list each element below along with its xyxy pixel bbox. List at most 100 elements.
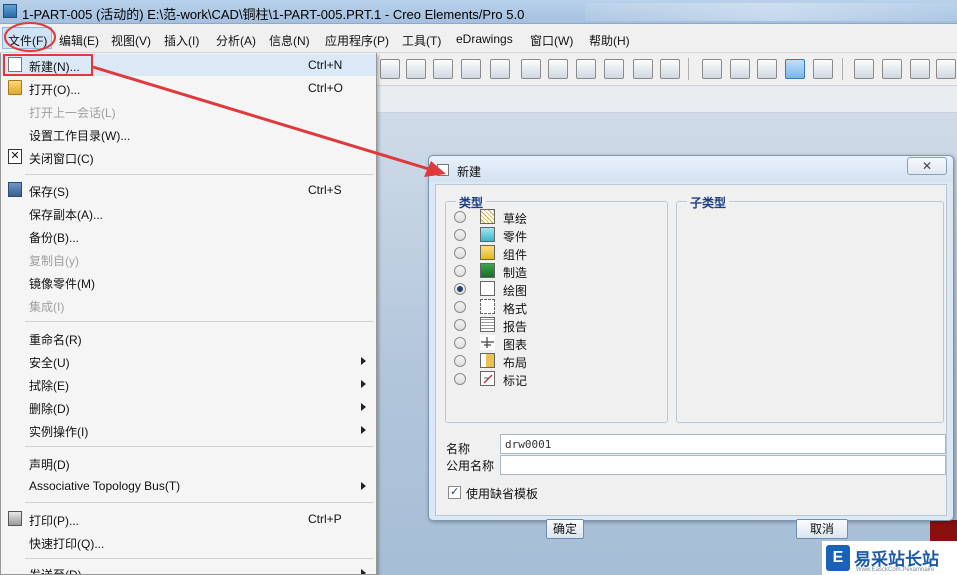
sketch-icon: [480, 209, 495, 224]
shading-icon[interactable]: [785, 59, 805, 79]
menu-item-label: 关闭窗口(C): [29, 152, 94, 166]
menu-item-shortcut: Ctrl+O: [308, 81, 344, 95]
menu-tools[interactable]: 工具(T): [402, 32, 441, 49]
radio-button[interactable]: [454, 319, 466, 331]
type-option-markup[interactable]: 标记: [454, 370, 654, 388]
menu-insert[interactable]: 插入(I): [164, 32, 199, 49]
open-folder-icon: [8, 80, 22, 95]
wireframe-icon[interactable]: [702, 59, 722, 79]
menu-item-quick-print[interactable]: 快速打印(Q)...: [1, 531, 376, 553]
datum-plane-display-icon[interactable]: [854, 59, 874, 79]
hidden-line-icon[interactable]: [730, 59, 750, 79]
menu-item-label: 安全(U): [29, 356, 70, 370]
menu-item-set-working-directory[interactable]: 设置工作目录(W)...: [1, 123, 376, 145]
menu-item-save-copy[interactable]: 保存副本(A)...: [1, 202, 376, 224]
type-option-drawing[interactable]: 绘图: [454, 280, 654, 298]
draft-icon[interactable]: [433, 59, 453, 79]
radio-button[interactable]: [454, 373, 466, 385]
type-option-diagram[interactable]: 图表: [454, 334, 654, 352]
submenu-arrow-icon: [361, 426, 366, 434]
name-field[interactable]: [500, 434, 946, 454]
menu-help[interactable]: 帮助(H): [589, 32, 630, 49]
menu-item-mirror-part[interactable]: 镜像零件(M): [1, 271, 376, 293]
menu-item-close-window[interactable]: ✕ 关闭窗口(C): [1, 146, 376, 168]
type-option-layout[interactable]: 布局: [454, 352, 654, 370]
layer-icon[interactable]: [633, 59, 653, 79]
radio-button-selected[interactable]: [454, 283, 466, 295]
menu-item-label: 打印(P)...: [29, 514, 79, 528]
radio-button[interactable]: [454, 247, 466, 259]
menu-item-security[interactable]: 安全(U): [1, 350, 376, 372]
type-option-label: 绘图: [503, 284, 528, 298]
menu-item-label: 声明(D): [29, 458, 70, 472]
dimension-icon[interactable]: [380, 59, 400, 79]
dialog-title-bar[interactable]: 新建 ✕: [429, 156, 953, 182]
type-option-part[interactable]: 零件: [454, 226, 654, 244]
type-option-label: 组件: [503, 248, 528, 262]
radio-button[interactable]: [454, 265, 466, 277]
menu-item-label: 复制自(y): [29, 254, 79, 268]
menu-item-delete[interactable]: 删除(D): [1, 396, 376, 418]
radio-button[interactable]: [454, 211, 466, 223]
menu-separator: [25, 502, 373, 503]
radio-button[interactable]: [454, 355, 466, 367]
datum-axis-display-icon[interactable]: [882, 59, 902, 79]
menu-analysis[interactable]: 分析(A): [216, 32, 256, 49]
no-hidden-icon[interactable]: [757, 59, 777, 79]
title-bar: 1-PART-005 (活动的) E:\范-work\CAD\铜柱\1-PART…: [0, 0, 957, 24]
menu-item-associative-topology-bus[interactable]: Associative Topology Bus(T): [1, 475, 376, 497]
assembly-icon: [480, 245, 495, 260]
menu-item-send-to[interactable]: 发送至(D): [1, 562, 376, 574]
type-option-label: 草绘: [503, 212, 528, 226]
dialog-title: 新建: [457, 165, 482, 179]
menu-item-rename[interactable]: 重命名(R): [1, 327, 376, 349]
menu-item-declare[interactable]: 声明(D): [1, 452, 376, 474]
type-option-manufacturing[interactable]: 制造: [454, 262, 654, 280]
datum-point-display-icon[interactable]: [910, 59, 930, 79]
enhanced-realism-icon[interactable]: [813, 59, 833, 79]
menu-item-instance-operations[interactable]: 实例操作(I): [1, 419, 376, 441]
manufacturing-icon: [480, 263, 495, 278]
menu-item-new[interactable]: 新建(N)... Ctrl+N: [1, 54, 376, 76]
coordinate-system-display-icon[interactable]: [936, 59, 956, 79]
shell-icon[interactable]: [406, 59, 426, 79]
printer-icon: [8, 511, 22, 526]
menu-item-print[interactable]: 打印(P)... Ctrl+P: [1, 508, 376, 530]
menu-edrawings[interactable]: eDrawings: [456, 32, 513, 46]
radio-button[interactable]: [454, 229, 466, 241]
watermark-logo-icon: E: [826, 545, 850, 571]
type-option-assembly[interactable]: 组件: [454, 244, 654, 262]
type-option-format[interactable]: 格式: [454, 298, 654, 316]
annotation-icon[interactable]: [604, 59, 624, 79]
print-preview-icon[interactable]: [660, 59, 680, 79]
secondary-toolbar: [376, 86, 957, 113]
cancel-button[interactable]: 取消: [796, 519, 848, 539]
pattern-icon[interactable]: [576, 59, 596, 79]
menu-item-backup[interactable]: 备份(B)...: [1, 225, 376, 247]
menu-item-label: 新建(N)...: [29, 60, 80, 74]
menu-edit[interactable]: 编辑(E): [59, 32, 99, 49]
dialog-close-button[interactable]: ✕: [907, 157, 947, 175]
menu-file[interactable]: 文件(F): [8, 32, 47, 49]
round-icon[interactable]: [461, 59, 481, 79]
menu-separator: [25, 558, 373, 559]
menu-item-open[interactable]: 打开(O)... Ctrl+O: [1, 77, 376, 99]
radio-button[interactable]: [454, 337, 466, 349]
menu-view[interactable]: 视图(V): [111, 32, 151, 49]
menu-applications[interactable]: 应用程序(P): [325, 32, 389, 49]
drawing-icon: [480, 281, 495, 296]
menu-window[interactable]: 窗口(W): [530, 32, 573, 49]
model-tree-icon[interactable]: [521, 59, 541, 79]
watermark-subtext: Www.EasckCom.Pexamnaire: [856, 567, 935, 573]
type-option-sketch[interactable]: 草绘: [454, 208, 654, 226]
menu-item-erase[interactable]: 拭除(E): [1, 373, 376, 395]
sketch-tool-icon[interactable]: [490, 59, 510, 79]
common-name-field[interactable]: [500, 455, 946, 475]
use-default-template-checkbox[interactable]: [448, 485, 461, 499]
ok-button[interactable]: 确定: [546, 519, 584, 539]
radio-button[interactable]: [454, 301, 466, 313]
menu-info[interactable]: 信息(N): [269, 32, 310, 49]
eraser-icon[interactable]: [548, 59, 568, 79]
menu-item-save[interactable]: 保存(S) Ctrl+S: [1, 179, 376, 201]
type-option-report[interactable]: 报告: [454, 316, 654, 334]
